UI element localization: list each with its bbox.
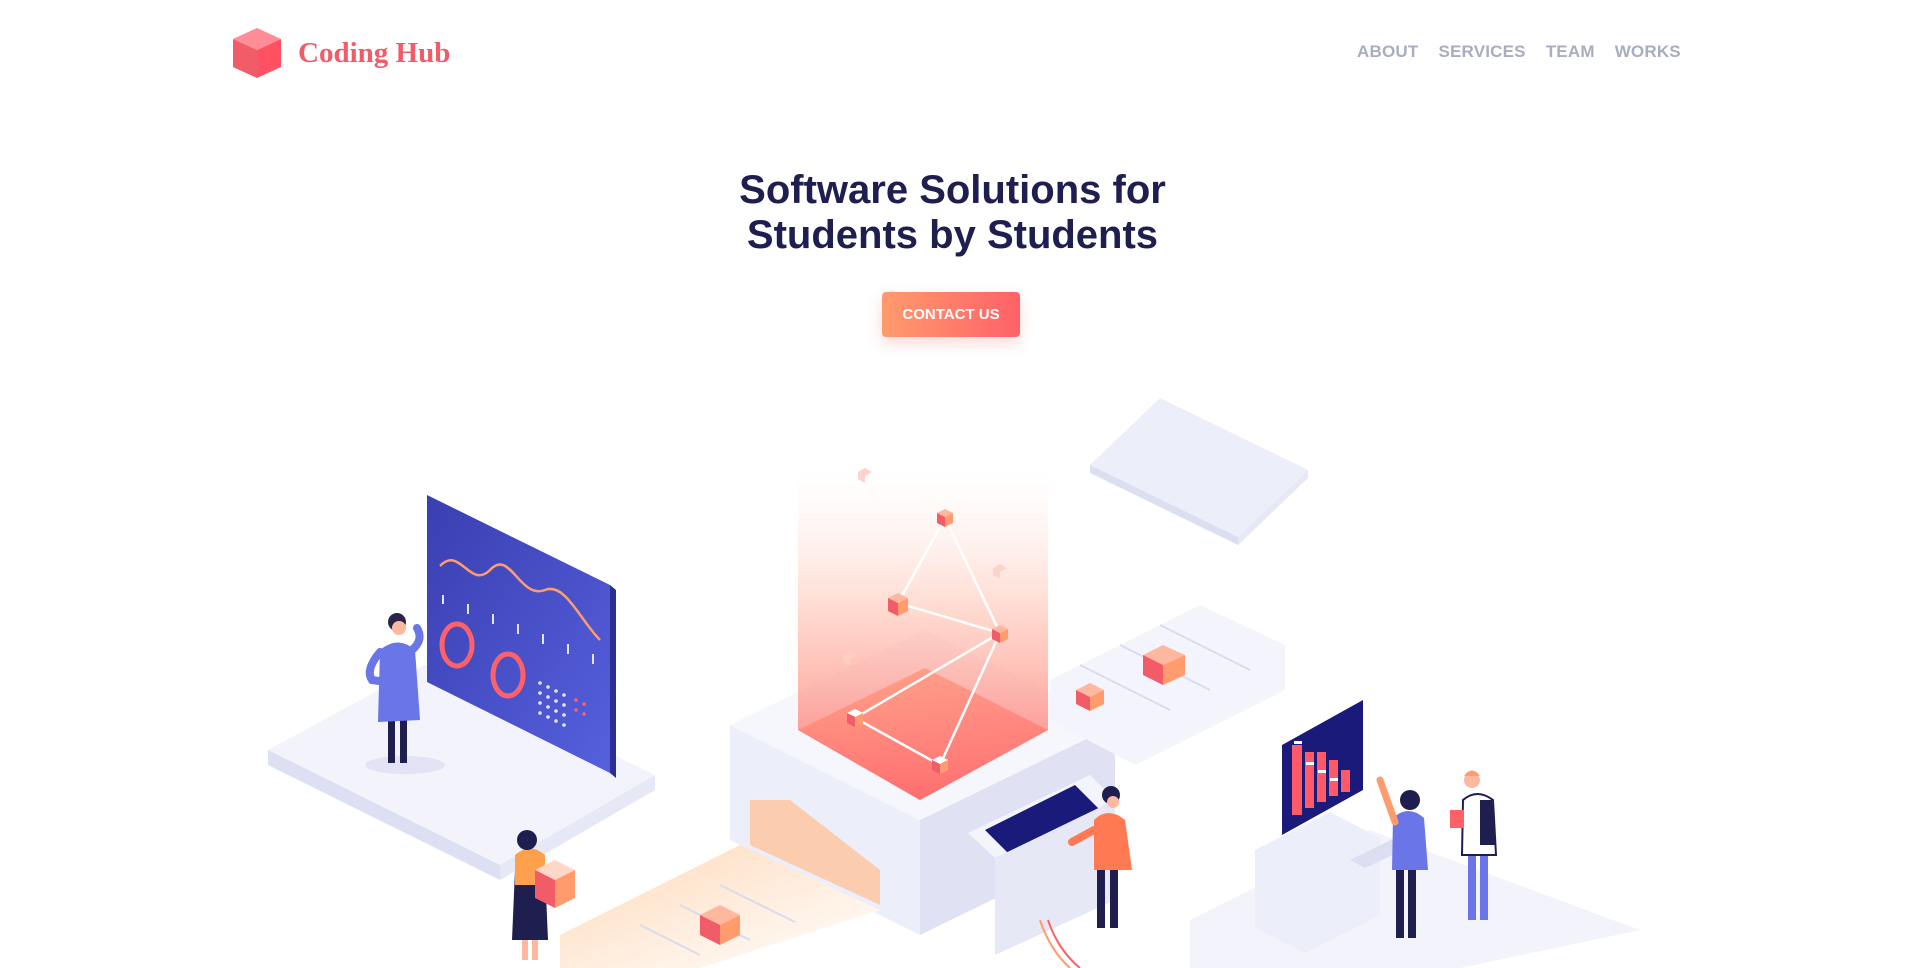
isometric-hero-illustration xyxy=(268,398,1640,968)
bar-chart-screen xyxy=(1282,700,1363,835)
main-nav: ABOUT SERVICES TEAM WORKS xyxy=(1357,42,1681,62)
nav-link-works[interactable]: WORKS xyxy=(1615,42,1681,62)
cube-logo-icon xyxy=(233,28,281,78)
nav-link-about[interactable]: ABOUT xyxy=(1357,42,1418,62)
hero-title-line-2: Students by Students xyxy=(746,213,1159,257)
nav-link-team[interactable]: TEAM xyxy=(1546,42,1595,62)
hero-title: Software Solutions for Students by Stude… xyxy=(0,168,1905,258)
brand-name: Coding Hub xyxy=(298,36,451,69)
hero-title-line-1: Software Solutions for xyxy=(739,168,1166,212)
floating-platform xyxy=(1090,398,1308,545)
nav-link-services[interactable]: SERVICES xyxy=(1438,42,1525,62)
landing-page: Coding Hub ABOUT SERVICES TEAM WORKS Sof… xyxy=(0,0,1905,968)
brand-logo[interactable]: Coding Hub xyxy=(230,26,450,80)
contact-us-button[interactable]: CONTACT US xyxy=(882,292,1020,337)
